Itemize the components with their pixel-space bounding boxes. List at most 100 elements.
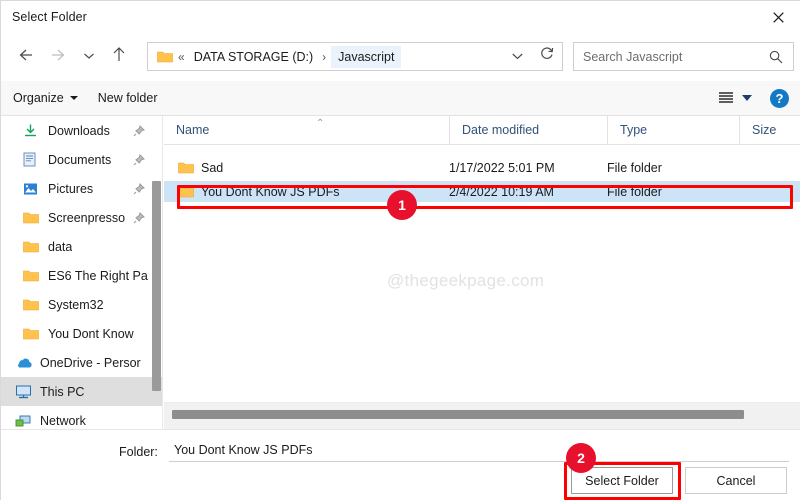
address-bar[interactable]: « DATA STORAGE (D:) › Javascript	[147, 42, 563, 71]
arrow-right-icon	[50, 47, 68, 68]
select-folder-label: Select Folder	[585, 473, 659, 488]
cancel-button[interactable]: Cancel	[685, 467, 787, 494]
sidebar-item-label: Screenpresso	[48, 210, 126, 225]
new-folder-label: New folder	[97, 91, 158, 105]
folder-icon	[23, 269, 43, 282]
view-list-icon[interactable]	[712, 91, 740, 105]
command-bar: Organize New folder ?	[1, 81, 800, 116]
sidebar-item-label: OneDrive - Persor	[40, 355, 141, 370]
command-bar-right: ?	[712, 88, 800, 108]
sidebar-item-label: Network	[40, 413, 86, 428]
pin-icon	[133, 211, 145, 229]
chevron-down-icon	[83, 48, 95, 66]
close-button[interactable]	[755, 1, 800, 33]
this-pc-icon	[15, 385, 35, 399]
folder-field-label: Folder:	[119, 445, 158, 459]
sidebar-item-screenpresso[interactable]: Screenpresso	[1, 203, 162, 232]
back-button[interactable]	[8, 40, 42, 74]
pictures-icon	[23, 182, 43, 196]
sidebar-item-pictures[interactable]: Pictures	[1, 174, 162, 203]
new-folder-button[interactable]: New folder	[88, 81, 168, 116]
sidebar-item-label: System32	[48, 297, 104, 312]
folder-input[interactable]: You Dont Know JS PDFs	[169, 439, 789, 462]
pin-icon	[133, 124, 145, 142]
folder-icon	[178, 185, 194, 198]
view-options-caret-icon[interactable]	[742, 95, 752, 101]
file-name-label: Sad	[201, 160, 224, 175]
sidebar-item-label: Documents	[48, 152, 112, 167]
arrow-up-icon	[111, 46, 127, 69]
column-header-size[interactable]: Size	[739, 116, 800, 145]
recent-locations-button[interactable]	[76, 40, 102, 74]
sidebar-item-network[interactable]: Network	[1, 406, 162, 429]
sidebar-item-system32[interactable]: System32	[1, 290, 162, 319]
column-header-label: Size	[752, 123, 777, 137]
select-folder-dialog: Select Folder « DATA STORAGE (D:) › Java…	[0, 0, 800, 500]
address-dropdown-button[interactable]	[502, 43, 532, 70]
navigation-sidebar[interactable]: Downloads Documents Pictures Screenpress…	[1, 116, 163, 429]
sidebar-scrollbar-thumb[interactable]	[152, 181, 161, 391]
column-header-name[interactable]: Name ⌃	[164, 116, 449, 145]
sidebar-item-label: You Dont Know	[48, 326, 134, 341]
sidebar-item-this-pc[interactable]: This PC	[1, 377, 162, 406]
sidebar-item-label: Downloads	[48, 123, 110, 138]
sidebar-item-downloads[interactable]: Downloads	[1, 116, 162, 145]
watermark: @thegeekpage.com	[387, 271, 545, 290]
search-box[interactable]: Search Javascript	[573, 42, 794, 71]
sort-ascending-icon: ⌃	[316, 117, 325, 129]
refresh-button[interactable]	[532, 43, 562, 70]
sidebar-item-label: ES6 The Right Pa	[48, 268, 148, 283]
forward-button[interactable]	[42, 40, 76, 74]
help-button[interactable]: ?	[770, 88, 789, 108]
column-header-type[interactable]: Type	[607, 116, 739, 145]
folder-icon	[23, 327, 43, 340]
folder-icon	[23, 298, 43, 311]
sidebar-item-es6-the-right-pa[interactable]: ES6 The Right Pa	[1, 261, 162, 290]
breadcrumb-separator: ›	[322, 49, 327, 64]
folder-icon	[157, 50, 173, 63]
breadcrumb-item-drive[interactable]: DATA STORAGE (D:)	[190, 47, 317, 67]
refresh-icon	[540, 47, 554, 66]
file-type-cell: File folder	[607, 184, 662, 199]
title-bar: Select Folder	[1, 1, 800, 33]
horizontal-scrollbar-thumb[interactable]	[172, 410, 744, 419]
file-type-cell: File folder	[607, 160, 662, 175]
folder-input-value: You Dont Know JS PDFs	[174, 443, 313, 457]
file-rows: Sad 1/17/2022 5:01 PM File folder You Do…	[164, 157, 800, 202]
downloads-icon	[23, 123, 43, 138]
dialog-body: Downloads Documents Pictures Screenpress…	[1, 116, 800, 429]
breadcrumb-item-current[interactable]: Javascript	[331, 45, 402, 68]
close-icon	[772, 11, 784, 23]
organize-label: Organize	[13, 91, 64, 105]
organize-button[interactable]: Organize	[1, 81, 88, 116]
search-icon	[769, 50, 793, 64]
file-name-cell: Sad	[164, 161, 449, 175]
file-name-cell: You Dont Know JS PDFs	[164, 185, 449, 199]
onedrive-icon	[15, 357, 35, 369]
column-headers: Name ⌃ Date modified Type Size	[164, 116, 800, 145]
file-date-cell: 1/17/2022 5:01 PM	[449, 160, 555, 175]
column-header-label: Name	[176, 123, 210, 137]
help-icon: ?	[775, 90, 784, 106]
table-row[interactable]: You Dont Know JS PDFs 2/4/2022 10:19 AM …	[164, 181, 800, 202]
select-folder-button[interactable]: Select Folder	[571, 467, 673, 494]
column-header-label: Type	[620, 123, 648, 137]
column-header-date-modified[interactable]: Date modified	[449, 116, 607, 145]
sidebar-item-label: Pictures	[48, 181, 94, 196]
table-row[interactable]: Sad 1/17/2022 5:01 PM File folder	[164, 157, 800, 178]
sidebar-item-label: This PC	[40, 384, 85, 399]
search-input[interactable]: Search Javascript	[574, 50, 769, 64]
sidebar-item-you-dont-know[interactable]: You Dont Know	[1, 319, 162, 348]
pin-icon	[133, 182, 145, 200]
page-title: Select Folder	[12, 10, 87, 24]
sidebar-item-label: data	[48, 239, 73, 254]
horizontal-scrollbar[interactable]	[164, 402, 800, 429]
folder-icon	[23, 240, 43, 253]
folder-icon	[178, 161, 194, 174]
sidebar-item-data[interactable]: data	[1, 232, 162, 261]
sidebar-item-onedrive[interactable]: OneDrive - Persor	[1, 348, 162, 377]
up-button[interactable]	[102, 40, 136, 74]
arrow-left-icon	[16, 47, 34, 68]
sidebar-item-documents[interactable]: Documents	[1, 145, 162, 174]
breadcrumb-overflow[interactable]: «	[173, 50, 190, 64]
